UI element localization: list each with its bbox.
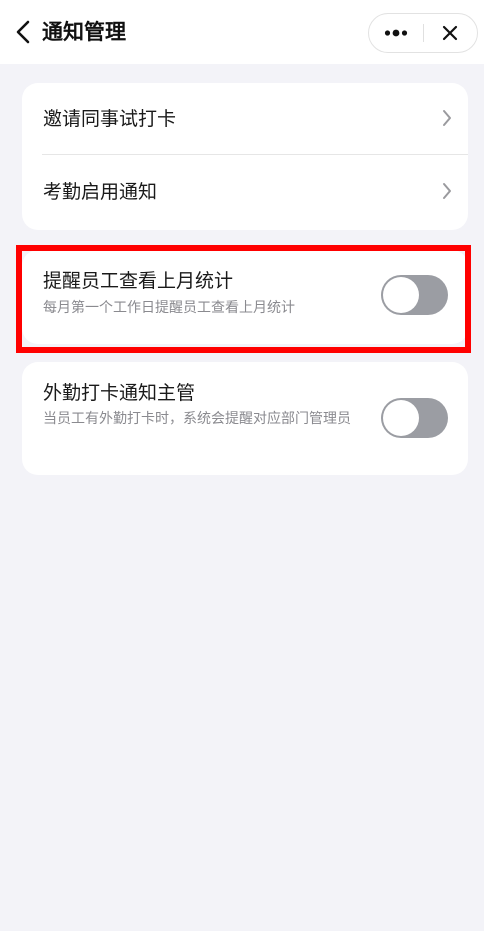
- field-checkin-notify-toggle[interactable]: [381, 398, 448, 438]
- close-icon: [443, 25, 458, 41]
- invite-colleagues-label: 邀请同事试打卡: [43, 108, 177, 130]
- attendance-enable-notice-row[interactable]: 考勤启用通知: [22, 156, 468, 228]
- page-title: 通知管理: [42, 20, 126, 44]
- monthly-stats-reminder-title: 提醒员工查看上月统计: [43, 270, 234, 292]
- field-checkin-notify-description: 当员工有外勤打卡时，系统会提醒对应部门管理员: [43, 411, 351, 427]
- attendance-enable-notice-label: 考勤启用通知: [43, 181, 158, 203]
- more-dots-icon: [384, 29, 407, 37]
- monthly-stats-reminder-description: 每月第一个工作日提醒员工查看上月统计: [43, 300, 295, 316]
- close-button[interactable]: [424, 14, 478, 52]
- toggle-knob: [383, 277, 419, 313]
- field-checkin-notify-title: 外勤打卡通知主管: [43, 382, 196, 404]
- monthly-stats-reminder-card: 提醒员工查看上月统计 每月第一个工作日提醒员工查看上月统计: [22, 250, 468, 344]
- monthly-stats-reminder-toggle[interactable]: [381, 275, 448, 315]
- mini-program-capsule: [368, 13, 478, 53]
- invite-settings-card: 邀请同事试打卡 考勤启用通知: [22, 83, 468, 230]
- chevron-right-icon: [443, 183, 451, 199]
- row-divider: [42, 154, 468, 155]
- back-button[interactable]: [8, 14, 38, 50]
- chevron-right-icon: [443, 110, 451, 126]
- invite-colleagues-row[interactable]: 邀请同事试打卡: [22, 83, 468, 155]
- chevron-left-icon: [16, 20, 30, 44]
- top-bar: 通知管理: [0, 0, 484, 64]
- toggle-knob: [383, 400, 419, 436]
- field-checkin-notify-card: 外勤打卡通知主管 当员工有外勤打卡时，系统会提醒对应部门管理员: [22, 362, 468, 475]
- more-button[interactable]: [369, 14, 423, 52]
